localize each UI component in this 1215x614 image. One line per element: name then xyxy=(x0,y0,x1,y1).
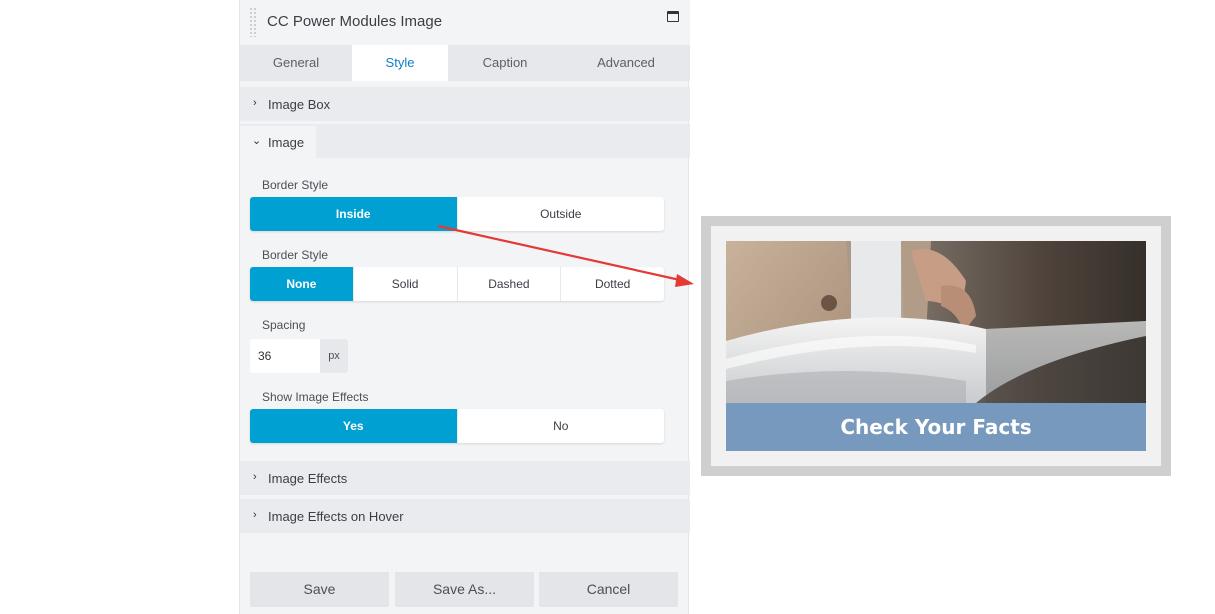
window-restore-icon[interactable] xyxy=(667,11,679,22)
tab-bar: General Style Caption Advanced xyxy=(240,45,690,81)
chevron-right-icon: › xyxy=(253,509,257,521)
option-dashed[interactable]: Dashed xyxy=(458,267,562,301)
save-button[interactable]: Save xyxy=(250,572,389,607)
panel-header[interactable]: CC Power Modules Image xyxy=(240,0,690,45)
border-style-label: Border Style xyxy=(262,248,329,262)
border-position-label: Border Style xyxy=(262,178,329,192)
preview-photo xyxy=(726,241,1146,403)
option-dotted[interactable]: Dotted xyxy=(561,267,664,301)
tab-advanced[interactable]: Advanced xyxy=(562,45,690,81)
option-none[interactable]: None xyxy=(250,267,354,301)
tab-caption[interactable]: Caption xyxy=(448,45,562,81)
chevron-right-icon: › xyxy=(253,471,257,483)
image-preview-inner: Check Your Facts xyxy=(711,226,1161,466)
show-image-effects-toggle: Yes No xyxy=(250,409,664,443)
chevron-right-icon: › xyxy=(253,97,257,109)
preview-caption: Check Your Facts xyxy=(726,403,1146,451)
section-image[interactable]: ⌄ Image xyxy=(240,124,690,158)
option-outside[interactable]: Outside xyxy=(458,197,665,231)
section-label: Image Effects xyxy=(268,471,348,486)
chevron-down-icon: ⌄ xyxy=(252,135,262,147)
image-preview-frame: Check Your Facts xyxy=(701,216,1171,476)
spacing-unit: px xyxy=(320,339,348,373)
section-label: Image xyxy=(268,135,305,150)
spacing-field: px xyxy=(250,339,348,373)
section-label: Image Effects on Hover xyxy=(268,509,404,524)
tab-style[interactable]: Style xyxy=(352,45,448,81)
option-no[interactable]: No xyxy=(458,409,665,443)
option-inside[interactable]: Inside xyxy=(250,197,458,231)
option-solid[interactable]: Solid xyxy=(354,267,458,301)
section-image-effects-hover[interactable]: › Image Effects on Hover xyxy=(240,499,690,533)
settings-panel: CC Power Modules Image General Style Cap… xyxy=(239,0,690,614)
drag-handle-icon[interactable] xyxy=(249,7,257,37)
section-image-effects[interactable]: › Image Effects xyxy=(240,461,690,495)
spacing-input[interactable] xyxy=(250,339,320,373)
tab-general[interactable]: General xyxy=(240,45,352,81)
option-yes[interactable]: Yes xyxy=(250,409,458,443)
spacing-label: Spacing xyxy=(262,318,306,332)
save-as-button[interactable]: Save As... xyxy=(395,572,534,607)
cancel-button[interactable]: Cancel xyxy=(539,572,678,607)
section-label: Image Box xyxy=(268,97,331,112)
show-image-effects-label: Show Image Effects xyxy=(262,390,369,404)
section-image-box[interactable]: › Image Box xyxy=(240,87,690,121)
border-style-toggle: None Solid Dashed Dotted xyxy=(250,267,664,301)
panel-title: CC Power Modules Image xyxy=(267,13,443,30)
border-position-toggle: Inside Outside xyxy=(250,197,664,231)
